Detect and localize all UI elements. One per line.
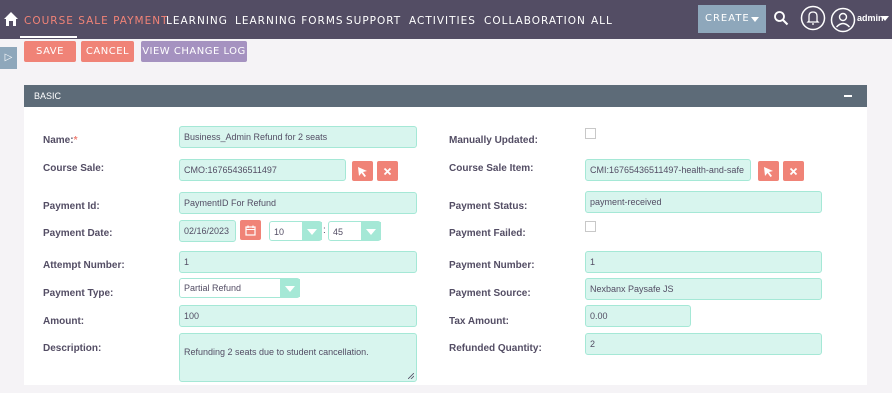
amount-label: Amount:	[43, 316, 85, 327]
manually-updated-label: Manually Updated:	[449, 135, 538, 146]
payment-date-input[interactable]: 02/16/2023	[179, 220, 236, 242]
play-arrow-icon: ▷	[4, 52, 13, 63]
notifications-bell-icon[interactable]	[800, 5, 826, 34]
payment-status-label: Payment Status:	[449, 201, 528, 212]
attempt-number-label: Attempt Number:	[43, 260, 125, 271]
clear-x-icon	[383, 167, 392, 176]
nav-item-support[interactable]: SUPPORT	[346, 15, 401, 27]
payment-type-value: Partial Refund	[184, 283, 242, 293]
resize-handle-icon[interactable]	[408, 373, 414, 379]
required-mark: *	[73, 135, 78, 146]
home-icon[interactable]	[3, 11, 19, 27]
payment-status-input[interactable]: payment-received	[585, 191, 822, 213]
payment-source-input[interactable]: Nexbanx Paysafe JS	[585, 278, 822, 300]
payment-id-label: Payment Id:	[43, 201, 100, 212]
view-change-log-button[interactable]: VIEW CHANGE LOG	[141, 41, 247, 62]
course-sale-item-clear-button[interactable]	[783, 161, 804, 181]
course-sale-clear-button[interactable]	[377, 161, 398, 181]
create-button[interactable]: CREATE	[698, 5, 766, 33]
name-label-text: Name:	[43, 135, 74, 146]
payment-number-input[interactable]: 1	[585, 251, 822, 273]
user-menu-label[interactable]: admin	[857, 13, 884, 23]
panel-header[interactable]: BASIC	[24, 85, 867, 107]
nav-item-all[interactable]: ALL	[591, 15, 613, 27]
course-sale-select-button[interactable]	[352, 161, 373, 181]
payment-date-label: Payment Date:	[43, 228, 113, 239]
save-button[interactable]: SAVE	[20, 36, 77, 62]
search-icon[interactable]	[773, 10, 789, 29]
course-sale-item-label: Course Sale Item:	[449, 163, 534, 174]
description-textarea[interactable]: Refunding 2 seats due to student cancell…	[179, 333, 417, 382]
nav-item-collaboration[interactable]: COLLABORATION	[484, 15, 586, 27]
name-label: Name:*	[43, 135, 77, 146]
chevron-down-icon[interactable]	[302, 222, 322, 240]
chevron-down-icon	[751, 17, 759, 22]
top-navigation-bar: COURSE SALE PAYMENT LEARNING LEARNING FO…	[0, 0, 892, 39]
nav-item-learning[interactable]: LEARNING	[166, 15, 228, 27]
sidebar-toggle-button[interactable]: ▷	[0, 47, 17, 69]
chevron-down-icon[interactable]	[280, 279, 300, 297]
nav-module-course-sale-payment[interactable]: COURSE SALE PAYMENT	[24, 15, 168, 27]
payment-failed-label: Payment Failed:	[449, 228, 526, 239]
refunded-quantity-label: Refunded Quantity:	[449, 343, 542, 354]
chevron-down-icon[interactable]	[361, 222, 381, 240]
course-sale-item-input[interactable]: CMI:16765436511497-health-and-safe	[585, 159, 751, 181]
create-button-label: CREATE	[705, 13, 750, 24]
nav-item-learning-forms[interactable]: LEARNING FORMS	[235, 15, 344, 27]
user-avatar-icon[interactable]	[830, 7, 856, 36]
cancel-button[interactable]: CANCEL	[81, 41, 134, 62]
course-sale-input[interactable]: CMO:16765436511497	[179, 159, 346, 181]
payment-number-label: Payment Number:	[449, 260, 535, 271]
basic-panel: BASIC Name:* Course Sale: Payment Id: Pa…	[24, 85, 867, 385]
refunded-quantity-input[interactable]: 2	[585, 333, 822, 355]
calendar-icon	[245, 225, 256, 236]
manually-updated-checkbox[interactable]	[585, 128, 596, 139]
panel-title: BASIC	[34, 91, 62, 101]
course-sale-label: Course Sale:	[43, 163, 105, 174]
attempt-number-input[interactable]: 1	[179, 251, 417, 273]
nav-item-activities[interactable]: ACTIVITIES	[409, 15, 476, 27]
clear-x-icon	[789, 167, 798, 176]
hour-select-value: 10	[274, 227, 285, 237]
payment-type-label: Payment Type:	[43, 288, 114, 299]
amount-input[interactable]: 100	[179, 305, 417, 327]
description-label: Description:	[43, 343, 102, 354]
payment-id-input[interactable]: PaymentID For Refund	[179, 192, 417, 214]
payment-failed-checkbox[interactable]	[585, 221, 596, 232]
name-input[interactable]: Business_Admin Refund for 2 seats	[179, 126, 417, 148]
cursor-arrow-icon	[358, 167, 367, 177]
cursor-arrow-icon	[764, 167, 773, 177]
tax-amount-label: Tax Amount:	[449, 316, 509, 327]
minute-select-value: 45	[333, 227, 344, 237]
chevron-down-icon[interactable]	[881, 16, 889, 21]
payment-source-label: Payment Source:	[449, 288, 531, 299]
date-picker-button[interactable]	[240, 220, 261, 240]
collapse-icon[interactable]	[844, 95, 852, 97]
course-sale-item-select-button[interactable]	[758, 161, 779, 181]
time-separator: :	[323, 225, 326, 236]
tax-amount-input[interactable]: 0.00	[585, 305, 691, 327]
description-text: Refunding 2 seats due to student cancell…	[184, 347, 369, 357]
